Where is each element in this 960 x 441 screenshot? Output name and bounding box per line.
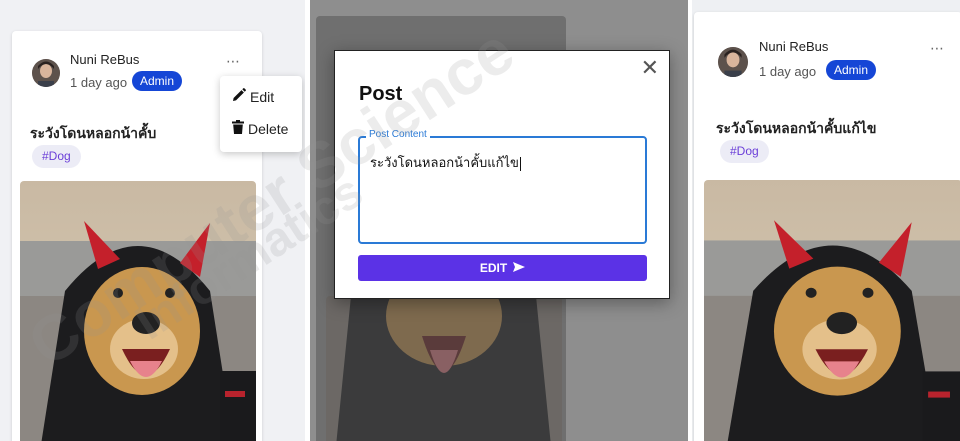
post-card: Nuni ReBus 1 day ago Admin ⋯ ระวังโดนหลอ… — [694, 12, 960, 441]
avatar[interactable] — [32, 59, 60, 87]
time-ago: 1 day ago — [759, 64, 817, 79]
post-title: ระวังโดนหลอกน้าคั้บ — [30, 125, 157, 141]
post-content-field[interactable]: Post Content ระวังโดนหลอกน้าคั้บแก้ไข — [358, 129, 647, 244]
menu-item-label: Delete — [248, 120, 289, 137]
text-caret — [519, 156, 521, 171]
dog-photo — [20, 181, 256, 441]
post-image[interactable] — [20, 181, 256, 441]
menu-item-edit[interactable]: Edit — [232, 88, 274, 105]
avatar[interactable] — [718, 47, 748, 77]
tag-chip[interactable]: #Dog — [720, 140, 769, 163]
author-name[interactable]: Nuni ReBus — [70, 52, 139, 67]
post-feed-after-edit: Nuni ReBus 1 day ago Admin ⋯ ระวังโดนหลอ… — [692, 0, 960, 441]
more-options-icon[interactable]: ⋯ — [226, 53, 241, 70]
pencil-icon — [232, 88, 246, 105]
post-content-input[interactable]: ระวังโดนหลอกน้าคั้บแก้ไข — [370, 152, 521, 173]
time-ago: 1 day ago — [70, 75, 128, 90]
tag-chip[interactable]: #Dog — [32, 145, 81, 168]
dog-photo — [704, 180, 960, 441]
role-badge: Admin — [132, 71, 183, 91]
post-options-menu: Edit Delete — [220, 76, 302, 152]
edit-post-dialog: Post ✕ Post Content ระวังโดนหลอกน้าคั้บแ… — [334, 50, 670, 299]
post-image[interactable] — [704, 180, 960, 441]
menu-item-label: Edit — [250, 88, 275, 105]
close-icon[interactable]: ✕ — [641, 55, 659, 81]
send-icon — [513, 261, 526, 275]
dialog-title: Post — [359, 83, 403, 105]
menu-item-delete[interactable]: Delete — [232, 120, 288, 137]
author-name[interactable]: Nuni ReBus — [759, 39, 828, 54]
edit-button-label: EDIT — [479, 261, 508, 275]
more-options-icon[interactable]: ⋯ — [930, 40, 945, 57]
post-title: ระวังโดนหลอกน้าคั้บแก้ไข — [716, 120, 877, 136]
post-content-label: Post Content — [366, 129, 430, 140]
post-feed-before-edit: Nuni ReBus 1 day ago Admin ⋯ ระวังโดนหลอ… — [0, 0, 305, 441]
post-image-dimmed — [326, 296, 562, 441]
trash-icon — [232, 120, 244, 137]
post-content-value: ระวังโดนหลอกน้าคั้บแก้ไข — [370, 155, 519, 170]
edit-submit-button[interactable]: EDIT — [358, 255, 647, 281]
role-badge: Admin — [826, 60, 877, 80]
